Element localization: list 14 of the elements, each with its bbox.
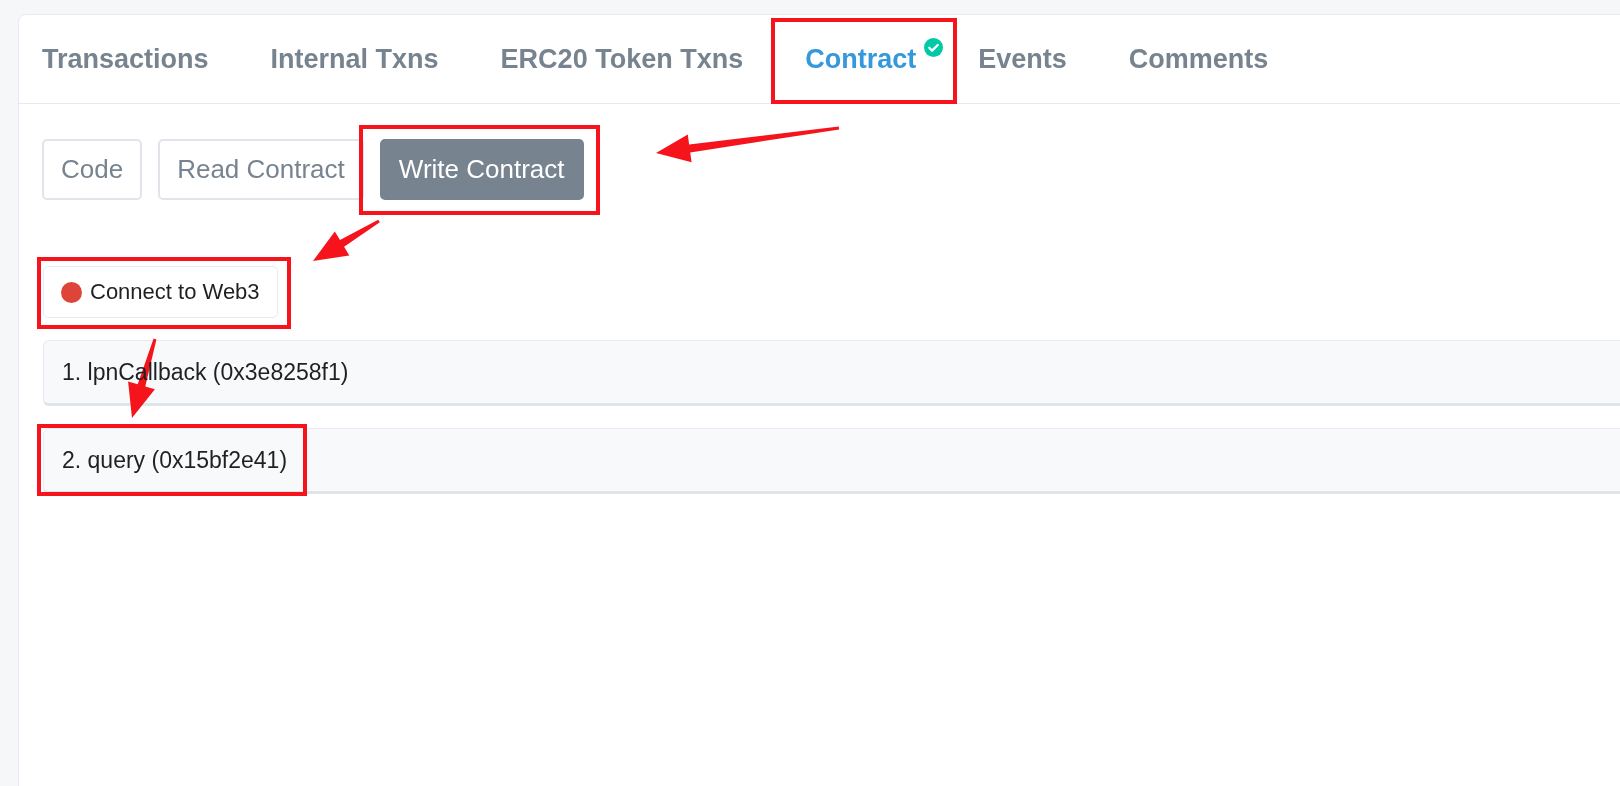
tab[interactable]: Write Contract	[379, 139, 584, 200]
tab[interactable]: Internal Txns	[270, 43, 439, 75]
function-name: 2. query (0x15bf2e41)	[62, 446, 288, 474]
tab[interactable]: Transactions	[42, 43, 209, 75]
connect-label: Connect to Web3	[90, 279, 260, 305]
connect-button[interactable]: Connect to Web3	[43, 266, 278, 318]
tab[interactable]: Read Contract	[158, 139, 364, 200]
tab[interactable]: Comments	[1128, 43, 1269, 75]
function-row[interactable]: 2. query (0x15bf2e41)	[43, 428, 1620, 494]
arrow	[313, 219, 380, 261]
tab[interactable]: Events	[978, 43, 1067, 75]
tab[interactable]: Contract	[805, 43, 917, 75]
tab[interactable]: Code	[42, 139, 143, 200]
tab[interactable]: ERC20 Token Txns	[500, 43, 744, 75]
